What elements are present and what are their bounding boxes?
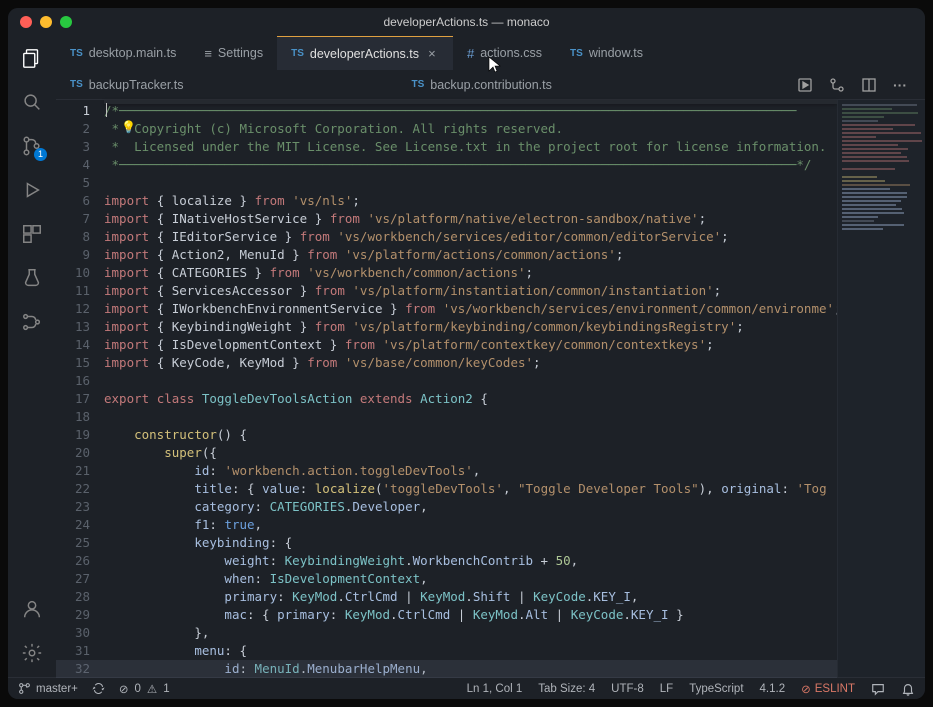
tabs-primary-row: TS desktop.main.ts ≡ Settings TS develop… bbox=[56, 36, 925, 70]
problems-indicator[interactable]: ⊘0 ⚠1 bbox=[119, 682, 170, 696]
text-cursor bbox=[106, 103, 107, 117]
explorer-icon[interactable] bbox=[20, 46, 44, 70]
line-highlight bbox=[56, 660, 837, 678]
branch-indicator[interactable]: master+ bbox=[18, 682, 78, 695]
tab-label: window.ts bbox=[589, 46, 643, 60]
tab-label: desktop.main.ts bbox=[89, 46, 177, 60]
testing-icon[interactable] bbox=[20, 266, 44, 290]
tab-size[interactable]: Tab Size: 4 bbox=[538, 683, 595, 695]
cursor-position[interactable]: Ln 1, Col 1 bbox=[467, 683, 523, 695]
editor-body[interactable]: 1234567891011121314151617181920212223242… bbox=[56, 100, 925, 677]
more-actions-icon[interactable]: ··· bbox=[893, 77, 909, 93]
tab-desktop-main[interactable]: TS desktop.main.ts bbox=[56, 36, 190, 70]
tab-label: Settings bbox=[218, 46, 263, 60]
feedback-icon[interactable] bbox=[871, 682, 885, 696]
tab-label: actions.css bbox=[480, 46, 542, 60]
source-control-icon[interactable]: 1 bbox=[20, 134, 44, 158]
ts-icon: TS bbox=[570, 48, 583, 59]
account-icon[interactable] bbox=[20, 597, 44, 621]
gutter: 1234567891011121314151617181920212223242… bbox=[56, 100, 104, 677]
run-debug-icon[interactable] bbox=[20, 178, 44, 202]
eol[interactable]: LF bbox=[660, 683, 673, 695]
css-icon: # bbox=[467, 46, 474, 61]
ts-version[interactable]: 4.1.2 bbox=[760, 683, 786, 695]
main-area: 1 bbox=[8, 36, 925, 677]
window-title: developerActions.ts — monaco bbox=[383, 15, 549, 29]
close-window-button[interactable] bbox=[20, 16, 32, 28]
settings-icon: ≡ bbox=[204, 46, 212, 61]
editor-actions: ··· bbox=[797, 70, 925, 99]
run-file-icon[interactable] bbox=[797, 77, 813, 93]
diff-icon[interactable] bbox=[829, 77, 845, 93]
minimap[interactable] bbox=[837, 100, 925, 677]
tabs-secondary-row: TS backupTracker.ts TS backup.contributi… bbox=[56, 70, 925, 100]
eslint-status[interactable]: ⊘ ESLINT bbox=[801, 682, 855, 696]
lightbulb-icon[interactable]: 💡 bbox=[121, 120, 136, 134]
zoom-window-button[interactable] bbox=[60, 16, 72, 28]
extensions-icon[interactable] bbox=[20, 222, 44, 246]
ts-icon: TS bbox=[70, 79, 83, 90]
tab-settings[interactable]: ≡ Settings bbox=[190, 36, 277, 70]
ts-icon: TS bbox=[70, 48, 83, 59]
tab-window-ts[interactable]: TS window.ts bbox=[556, 36, 657, 70]
notifications-icon[interactable] bbox=[901, 682, 915, 696]
editor-window: developerActions.ts — monaco 1 bbox=[8, 8, 925, 699]
ts-icon: TS bbox=[291, 48, 304, 59]
tab-label: backup.contribution.ts bbox=[430, 78, 552, 92]
split-editor-icon[interactable] bbox=[861, 77, 877, 93]
editor-area: TS desktop.main.ts ≡ Settings TS develop… bbox=[56, 36, 925, 677]
references-icon[interactable] bbox=[20, 310, 44, 334]
tab-close-icon[interactable]: × bbox=[425, 46, 439, 61]
tab-label: developerActions.ts bbox=[310, 47, 419, 61]
traffic-lights bbox=[20, 16, 72, 28]
search-icon[interactable] bbox=[20, 90, 44, 114]
code-content[interactable]: /*──────────────────────────────────────… bbox=[104, 100, 837, 677]
tab-backup-contribution[interactable]: TS backup.contribution.ts bbox=[398, 70, 566, 99]
tab-label: backupTracker.ts bbox=[89, 78, 184, 92]
scroll-shadow bbox=[104, 100, 837, 104]
tab-developer-actions[interactable]: TS developerActions.ts × bbox=[277, 36, 453, 70]
ts-icon: TS bbox=[412, 79, 425, 90]
encoding[interactable]: UTF-8 bbox=[611, 683, 644, 695]
tab-actions-css[interactable]: # actions.css bbox=[453, 36, 556, 70]
tab-backup-tracker[interactable]: TS backupTracker.ts bbox=[56, 70, 198, 99]
minimize-window-button[interactable] bbox=[40, 16, 52, 28]
statusbar: master+ ⊘0 ⚠1 Ln 1, Col 1 Tab Size: 4 UT… bbox=[8, 677, 925, 699]
activitybar: 1 bbox=[8, 36, 56, 677]
language-mode[interactable]: TypeScript bbox=[689, 683, 743, 695]
settings-gear-icon[interactable] bbox=[20, 641, 44, 665]
titlebar: developerActions.ts — monaco bbox=[8, 8, 925, 36]
scm-badge: 1 bbox=[34, 148, 47, 161]
sync-icon[interactable] bbox=[92, 682, 105, 695]
